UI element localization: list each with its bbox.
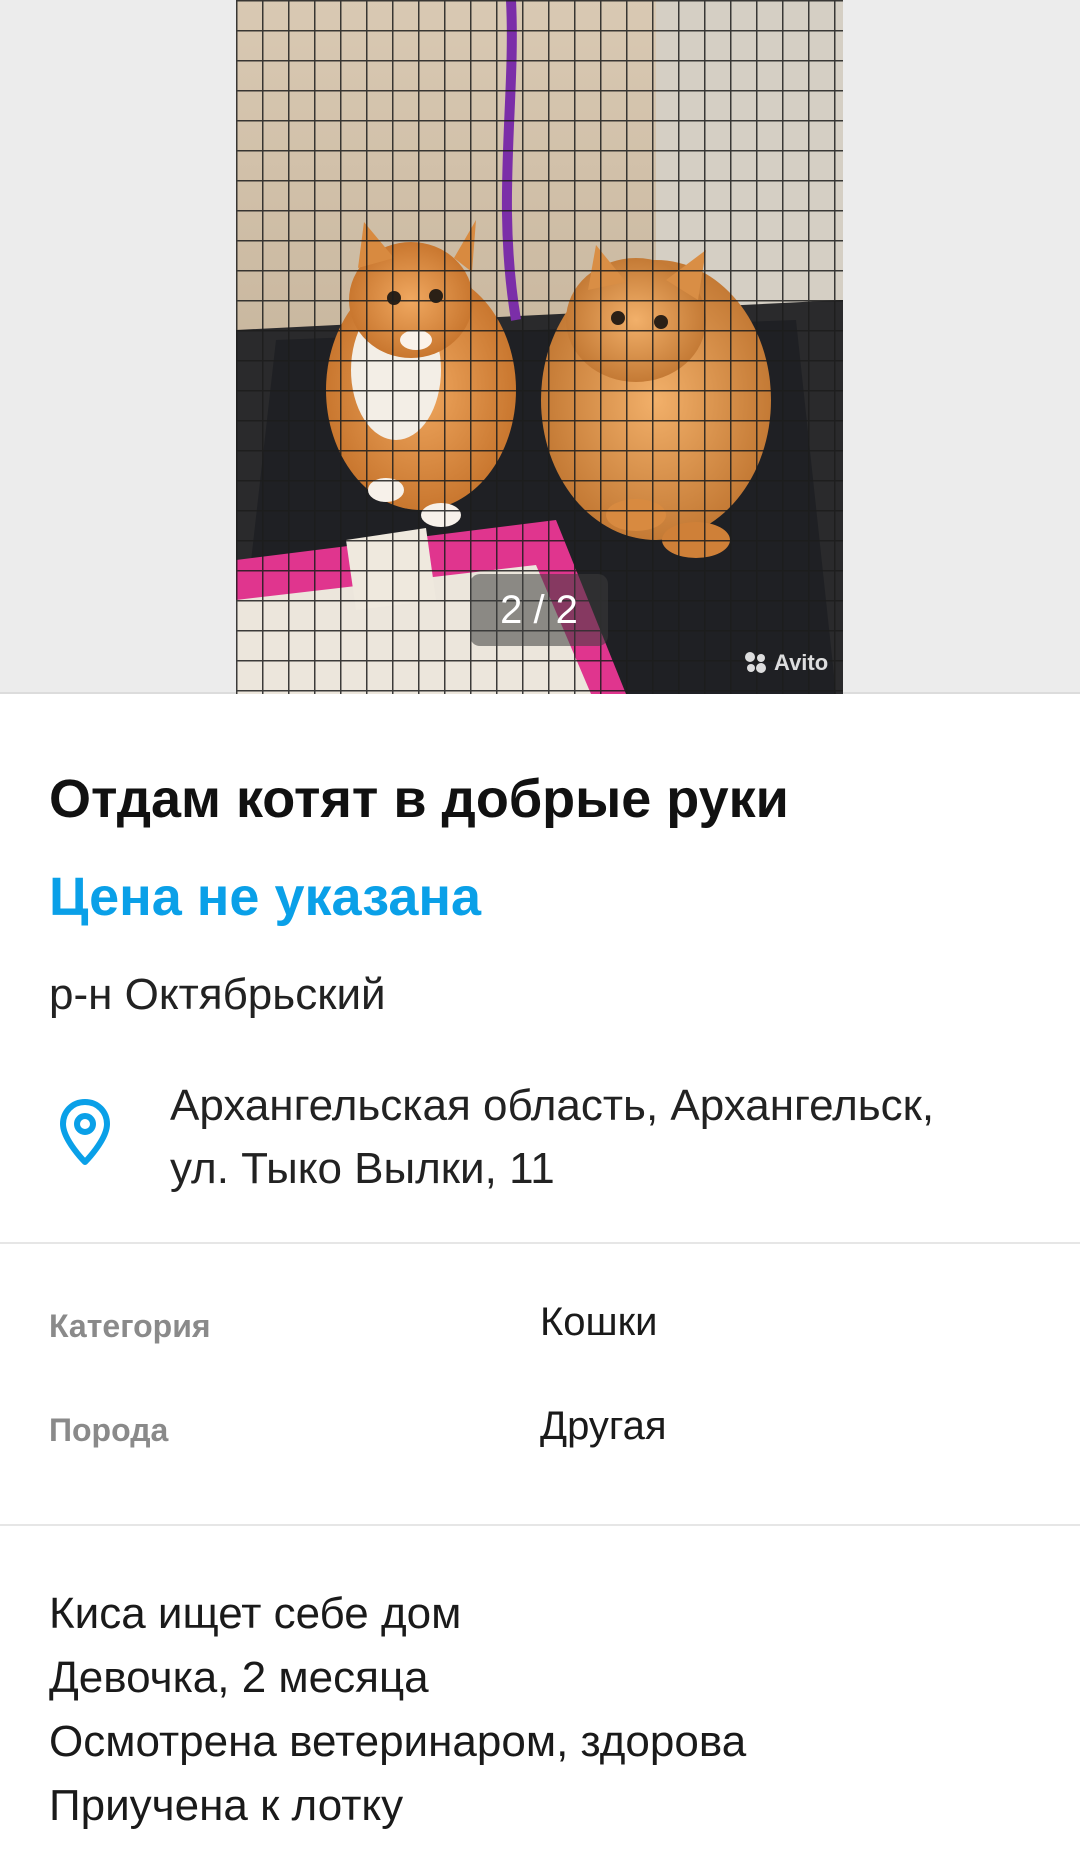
param-row-breed: Порода Другая — [0, 1400, 1080, 1460]
watermark-text: Avito — [774, 650, 829, 675]
photo-gallery[interactable]: 2 / 2 Avito — [0, 0, 1080, 694]
divider — [0, 1524, 1080, 1526]
listing-price: Цена не указана — [49, 867, 481, 927]
description-line: Приучена к лотку — [49, 1781, 404, 1830]
param-key: Порода — [49, 1412, 169, 1448]
listing-description: Киса ищет себе дом Девочка, 2 месяца Осм… — [49, 1582, 746, 1838]
listing-district: р-н Октябрьский — [49, 970, 386, 1019]
photo-counter: 2 / 2 — [470, 574, 608, 646]
divider — [0, 1242, 1080, 1244]
param-value: Другая — [540, 1404, 667, 1448]
param-row-category: Категория Кошки — [0, 1296, 1080, 1356]
description-line: Осмотрена ветеринаром, здорова — [49, 1717, 747, 1766]
description-line: Киса ищет себе дом — [49, 1589, 462, 1638]
address-line-2: ул. Тыко Вылки, 11 — [170, 1144, 555, 1193]
param-key: Категория — [49, 1308, 211, 1344]
param-value: Кошки — [540, 1300, 658, 1344]
address-line-1: Архангельская область, Архангельск, — [170, 1081, 935, 1130]
address-row[interactable]: Архангельская область, Архангельск, ул. … — [0, 1062, 1080, 1202]
avito-watermark: Avito — [744, 650, 828, 676]
listing-address: Архангельская область, Архангельск, ул. … — [170, 1074, 1050, 1200]
avito-logo-icon — [745, 652, 766, 673]
location-pin-icon — [60, 1099, 110, 1165]
listing-title: Отдам котят в добрые руки — [49, 769, 789, 829]
description-line: Девочка, 2 месяца — [49, 1653, 429, 1702]
